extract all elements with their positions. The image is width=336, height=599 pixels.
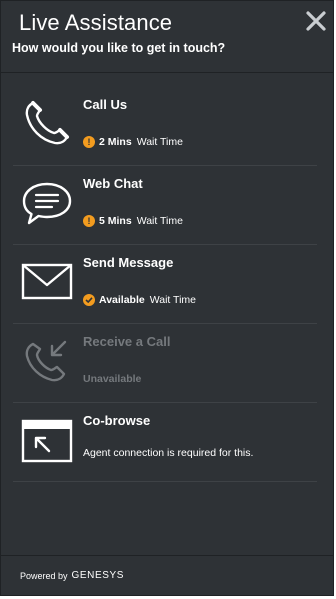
option-call-us[interactable]: Call Us ! 2 Mins Wait Time xyxy=(13,87,317,166)
option-status: ! 2 Mins Wait Time xyxy=(83,136,183,148)
option-name: Co-browse xyxy=(83,413,151,428)
header: Live Assistance How would you like to ge… xyxy=(1,1,333,73)
option-status: Unavailable xyxy=(83,373,146,385)
genesys-logo: GENESYS xyxy=(71,570,125,581)
panel-title: Live Assistance xyxy=(19,10,173,35)
option-name: Receive a Call xyxy=(83,334,171,349)
warning-icon: ! xyxy=(83,215,95,227)
option-status: Available Wait Time xyxy=(83,294,196,306)
live-assistance-panel: Live Assistance How would you like to ge… xyxy=(0,0,334,596)
incoming-call-icon xyxy=(25,340,67,382)
panel-subtitle: How would you like to get in touch? xyxy=(12,41,226,55)
option-note: Agent connection is required for this. xyxy=(83,447,254,459)
close-icon[interactable] xyxy=(305,10,327,32)
option-name: Web Chat xyxy=(83,176,143,191)
header-divider xyxy=(1,72,333,73)
footer-divider xyxy=(1,555,333,556)
option-send-message[interactable]: Send Message Available Wait Time xyxy=(13,245,317,324)
option-co-browse[interactable]: Co-browse Agent connection is required f… xyxy=(13,403,317,482)
availability-value: Available xyxy=(99,294,145,306)
option-status: ! 5 Mins Wait Time xyxy=(83,215,183,227)
warning-icon: ! xyxy=(83,136,95,148)
wait-time-value: 2 Mins xyxy=(99,136,132,148)
option-name: Send Message xyxy=(83,255,174,270)
cobrowse-icon xyxy=(21,419,73,463)
wait-time-label: Wait Time xyxy=(149,294,196,306)
availability-value: Unavailable xyxy=(83,373,142,385)
wait-time-value: 5 Mins xyxy=(99,215,132,227)
option-web-chat[interactable]: Web Chat ! 5 Mins Wait Time xyxy=(13,166,317,245)
option-receive-a-call: Receive a Call Unavailable xyxy=(13,324,317,403)
powered-by: Powered by GENESYS xyxy=(20,570,124,581)
option-name: Call Us xyxy=(83,97,128,112)
powered-by-label: Powered by xyxy=(20,570,68,581)
checkmark-icon xyxy=(83,294,95,306)
wait-time-label: Wait Time xyxy=(136,136,183,148)
chat-bubble-icon xyxy=(22,182,72,225)
envelope-icon xyxy=(21,263,73,300)
phone-icon xyxy=(25,101,69,145)
wait-time-label: Wait Time xyxy=(136,215,183,227)
